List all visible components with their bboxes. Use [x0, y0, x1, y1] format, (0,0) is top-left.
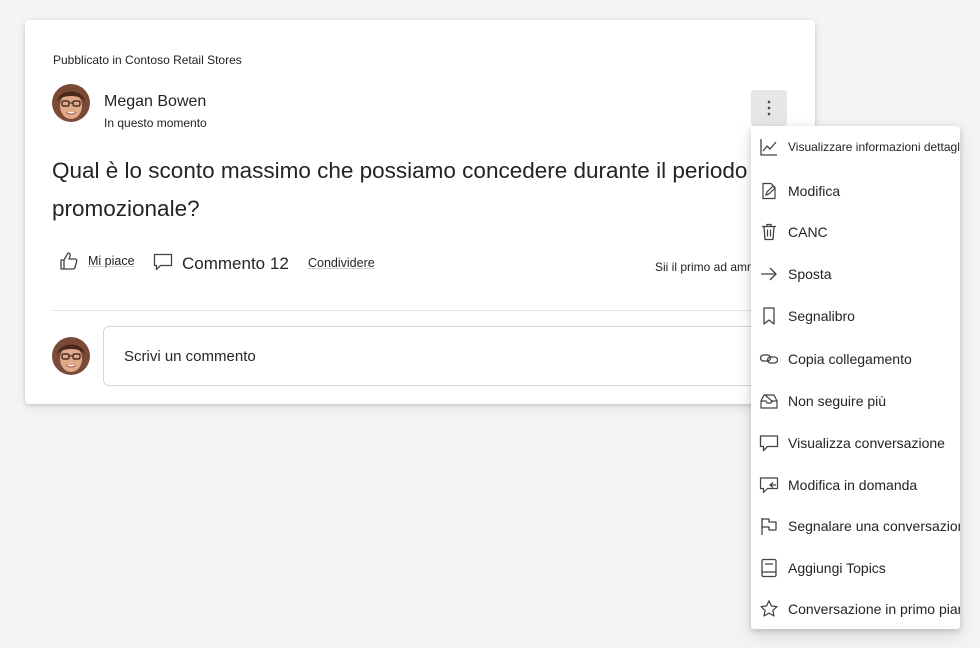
- posted-in-label: Pubblicato in Contoso Retail Stores: [53, 53, 242, 67]
- menu-item-view-insights[interactable]: Visualizzare informazioni dettagliate: [751, 128, 960, 166]
- author-avatar[interactable]: [52, 84, 90, 122]
- menu-item-label: Segnalibro: [788, 308, 855, 324]
- menu-item-label: Aggiungi Topics: [788, 560, 886, 576]
- more-options-menu: Visualizzare informazioni dettagliate Mo…: [751, 126, 960, 629]
- commenter-avatar: [52, 337, 90, 375]
- comment-label: Commento 12: [182, 254, 289, 273]
- unfollow-icon: [759, 391, 779, 411]
- menu-item-copy-link[interactable]: Copia collegamento: [751, 340, 960, 378]
- menu-item-feature-conversation[interactable]: Conversazione in primo piano: [751, 590, 960, 628]
- comment-button[interactable]: Commento 12: [152, 250, 289, 274]
- thumbs-up-icon: [60, 252, 78, 270]
- menu-item-bookmark[interactable]: Segnalibro: [751, 297, 960, 335]
- conversation-icon: [759, 433, 779, 453]
- menu-item-label: Visualizzare informazioni dettagliate: [788, 140, 960, 154]
- comment-input[interactable]: [103, 326, 793, 386]
- trash-icon: [759, 222, 779, 242]
- menu-item-label: Copia collegamento: [788, 351, 912, 367]
- share-label: Condividere: [308, 256, 375, 270]
- share-button[interactable]: Condividere: [308, 256, 375, 270]
- menu-item-edit[interactable]: Modifica: [751, 172, 960, 210]
- star-icon: [759, 599, 779, 619]
- like-button[interactable]: Mi piace: [58, 250, 135, 272]
- edit-icon: [759, 181, 779, 201]
- more-vertical-icon: [767, 100, 771, 116]
- menu-item-label: Non seguire più: [788, 393, 887, 409]
- menu-item-report-conversation[interactable]: Segnalare una conversazione: [751, 507, 960, 545]
- menu-item-label: CANC: [788, 224, 828, 240]
- divider: [52, 310, 789, 311]
- menu-item-label: Conversazione in primo piano: [788, 601, 960, 617]
- post-question: Qual è lo sconto massimo che possiamo co…: [52, 158, 748, 221]
- menu-item-label: Segnalare una conversazione: [788, 518, 960, 534]
- chart-icon: [759, 137, 779, 157]
- menu-item-add-topics[interactable]: Aggiungi Topics: [751, 549, 960, 587]
- link-icon: [759, 349, 779, 369]
- avatar-photo-icon: [52, 84, 90, 122]
- avatar-photo-icon: [52, 337, 90, 375]
- menu-item-label: Visualizza conversazione: [788, 435, 945, 451]
- menu-item-move[interactable]: Sposta: [751, 255, 960, 293]
- topics-icon: [759, 558, 779, 578]
- comment-icon: [153, 253, 173, 271]
- flag-icon: [759, 516, 779, 536]
- menu-item-delete[interactable]: CANC: [751, 213, 960, 251]
- menu-item-convert-question[interactable]: Modifica in domanda: [751, 466, 960, 504]
- menu-item-view-conversation[interactable]: Visualizza conversazione: [751, 424, 960, 462]
- post-card: Pubblicato in Contoso Retail Stores Mega…: [25, 20, 815, 404]
- post-actions: Mi piace Commento 12 Condividere Sii il …: [58, 250, 779, 280]
- bookmark-icon: [759, 306, 779, 326]
- more-options-button[interactable]: [751, 90, 787, 126]
- convert-question-icon: [759, 475, 779, 495]
- menu-item-label: Modifica in domanda: [788, 477, 918, 493]
- post-timestamp: In questo momento: [104, 116, 207, 130]
- arrow-right-icon: [759, 264, 779, 284]
- author-name[interactable]: Megan Bowen: [104, 93, 206, 111]
- menu-item-unfollow[interactable]: Non seguire più: [751, 382, 960, 420]
- like-label: Mi piace: [88, 254, 135, 268]
- menu-item-label: Modifica: [788, 183, 841, 199]
- menu-item-label: Sposta: [788, 266, 832, 282]
